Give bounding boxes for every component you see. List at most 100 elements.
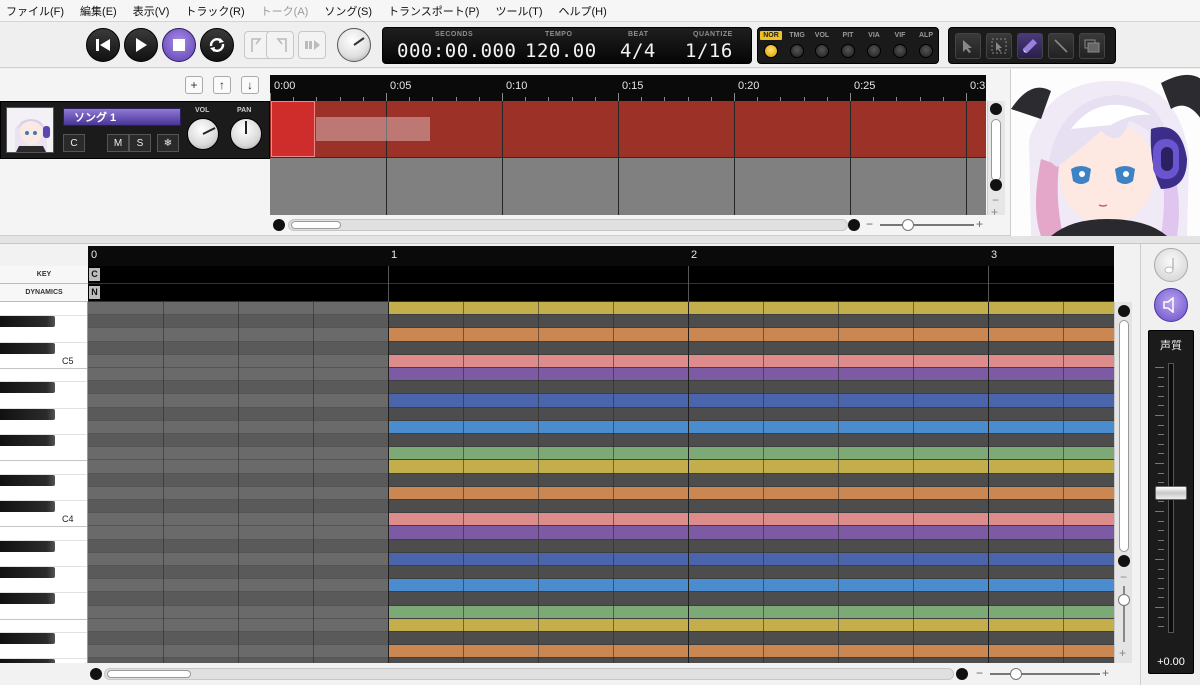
pianoroll-vertical-scrollbar[interactable]: − + [1114,302,1132,663]
dynamics-tag[interactable]: N [89,286,100,299]
scroll-down-icon[interactable] [990,179,1002,191]
select-tool-button[interactable] [986,33,1012,59]
vzoom-plus-icon[interactable]: + [1119,646,1126,660]
song-clip[interactable] [271,101,315,157]
note-grid[interactable] [88,302,1114,663]
solo-button[interactable]: S [129,134,151,152]
ruler-tick-mark [618,93,619,101]
vzoom-plus-icon[interactable]: + [991,205,998,219]
bar-number: 2 [691,249,698,261]
mode-nor[interactable]: NOR [760,31,782,58]
track-volume-knob[interactable] [187,118,219,150]
freeze-button[interactable]: ❄ [157,134,179,152]
line-tool-button[interactable] [1048,33,1074,59]
scroll-thumb[interactable] [1119,320,1129,552]
menu-edit[interactable]: 編集(E) [80,3,117,19]
track-c-button[interactable]: C [63,134,85,152]
zoom-in-icon[interactable]: + [976,217,983,231]
grid-row [388,354,1114,368]
pencil-tool-button[interactable] [1017,33,1043,59]
scroll-thumb[interactable] [291,221,341,229]
timeline-hscrollbar[interactable] [288,219,848,231]
menu-view[interactable]: 表示(V) [133,3,170,19]
fader-scale-tick [1158,395,1164,397]
key-lane[interactable]: C [88,266,1114,284]
fader-scale-tick [1158,434,1164,436]
timeline-vertical-scrollbar[interactable]: − + [987,101,1005,219]
track-avatar[interactable] [6,107,54,153]
scroll-right-icon[interactable] [956,668,968,680]
speaker-view-button[interactable] [1154,288,1188,322]
track-pan-knob[interactable] [230,118,262,150]
dynamics-lane[interactable]: N [88,284,1114,302]
timeline-zoom-slider[interactable] [902,219,914,231]
note-view-button[interactable] [1154,248,1188,282]
mode-label: VIA [868,32,880,39]
track-area: + ↑ ↓ ソング 1 C M S ❄ VOL PAN 0:00 0:05 0:… [0,69,1010,236]
pianoroll-zoom-slider[interactable] [1010,668,1022,680]
scroll-left-icon[interactable] [90,668,102,680]
mode-pit[interactable]: PIT [837,31,859,58]
mode-alp[interactable]: ALP [915,31,937,58]
add-track-button[interactable]: + [185,76,203,94]
pane-splitter[interactable] [0,236,1200,244]
vertical-zoom-slider[interactable] [1118,594,1130,606]
menu-file[interactable]: ファイル(F) [6,3,64,19]
fader-scale-tick [1155,559,1164,560]
fader-value[interactable]: +0.00 [1149,656,1193,668]
bar-ruler[interactable]: 0 1 2 3 [88,246,1114,266]
mode-led-icon [841,44,855,58]
ruler-tick-mark [850,93,851,101]
key-tag[interactable]: C [89,268,100,281]
scroll-left-icon[interactable] [273,219,285,231]
timeline-body[interactable] [270,101,986,215]
ruler-tick-mark [386,93,387,101]
beat-value[interactable]: 4/4 [620,40,656,62]
arrow-tool-button[interactable] [955,33,981,59]
scroll-down-icon[interactable] [1118,555,1130,567]
menu-tools[interactable]: ツール(T) [495,3,542,19]
piano-keyboard[interactable]: C5 C4 [0,302,88,663]
quantize-value[interactable]: 1/16 [685,40,733,62]
rewind-button[interactable] [86,28,120,62]
mode-vif[interactable]: VIF [889,31,911,58]
multi-window-button[interactable] [1079,33,1105,59]
scroll-thumb[interactable] [991,119,1001,181]
grid-row [388,605,1114,619]
move-track-down-button[interactable]: ↓ [241,76,259,94]
black-key [0,567,55,578]
scroll-thumb[interactable] [107,670,191,678]
mode-tmg[interactable]: TMG [786,31,808,58]
menu-transport[interactable]: トランスポート(P) [388,3,479,19]
timeline-gridline [502,101,503,215]
track-name[interactable]: ソング 1 [63,108,181,126]
zoom-in-icon[interactable]: + [1102,666,1109,680]
tempo-value[interactable]: 120.00 [525,40,597,62]
marker-end-button[interactable] [266,31,294,59]
voice-quality-fader[interactable] [1155,485,1187,500]
menu-track[interactable]: トラック(R) [185,3,244,19]
mute-button[interactable]: M [107,134,129,152]
grid-row [388,526,1114,540]
menu-song[interactable]: ソング(S) [324,3,372,19]
vzoom-minus-icon[interactable]: − [1120,570,1127,584]
zoom-out-icon[interactable]: − [866,217,873,231]
scroll-up-icon[interactable] [1118,305,1130,317]
auto-scroll-button[interactable] [298,31,326,59]
zoom-out-icon[interactable]: − [976,666,983,680]
mode-vol[interactable]: VOL [811,31,833,58]
master-volume-knob[interactable] [337,28,371,62]
play-button[interactable] [124,28,158,62]
stop-button[interactable] [162,28,196,62]
zoom-track [990,673,1100,675]
loop-button[interactable] [200,28,234,62]
scroll-up-icon[interactable] [990,103,1002,115]
scroll-right-icon[interactable] [848,219,860,231]
move-track-up-button[interactable]: ↑ [213,76,231,94]
tool-group [948,27,1116,64]
timeline-ruler[interactable]: 0:00 0:05 0:10 0:15 0:20 0:25 0:3 [270,75,986,101]
menu-help[interactable]: ヘルプ(H) [559,3,607,19]
pianoroll-hscrollbar[interactable] [104,668,954,680]
mode-via[interactable]: VIA [863,31,885,58]
grid-beat-line [838,302,839,663]
